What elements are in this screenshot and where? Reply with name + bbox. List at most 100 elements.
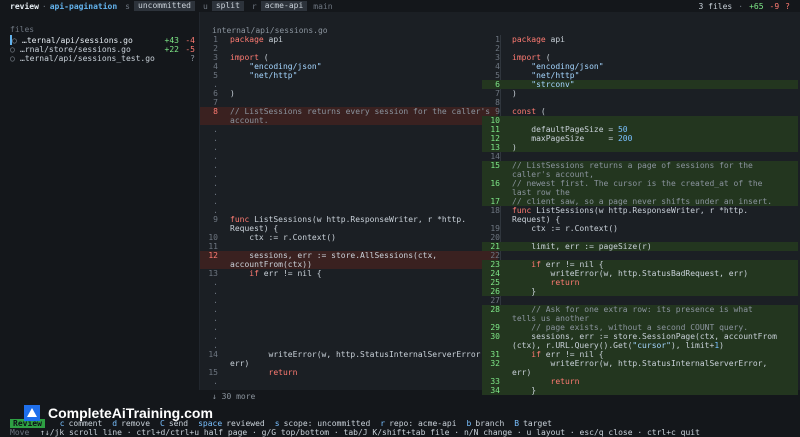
line-number: 24 bbox=[490, 269, 500, 278]
code-line: Request) { bbox=[512, 215, 561, 224]
base-branch[interactable]: main bbox=[313, 2, 332, 11]
repo-chip[interactable]: acme-api bbox=[260, 1, 308, 11]
line-number: . bbox=[213, 332, 218, 341]
line-number: . bbox=[213, 323, 218, 332]
line-number: 5 bbox=[495, 71, 500, 80]
code-line: ctx := r.Context() bbox=[230, 233, 336, 242]
code-line: package api bbox=[512, 35, 565, 44]
code-line: defaultPageSize = 50 bbox=[512, 125, 628, 134]
line-number: 34 bbox=[490, 386, 500, 395]
line-number: . bbox=[213, 314, 218, 323]
line-number: 5 bbox=[213, 71, 218, 80]
file-item[interactable]: ○ …ternal/api/sessions_test.go ? bbox=[10, 53, 195, 63]
new-pane[interactable]: 1 package api 2 3 import ( 4 "encoding/json" 5… bbox=[482, 35, 798, 395]
line-number: . bbox=[213, 134, 218, 143]
line-number: 11 bbox=[490, 125, 500, 134]
line-number: . bbox=[213, 125, 218, 134]
code-line: func ListSessions(w http.ResponseWriter,… bbox=[512, 206, 749, 215]
old-pane[interactable]: 1 package api 2 3 import (4 "encoding/json" 5… bbox=[200, 35, 498, 386]
diff-view[interactable]: internal/api/sessions.go 1 package api 2 3 i… bbox=[200, 12, 800, 401]
scope-key: s bbox=[125, 1, 130, 11]
logo-icon bbox=[24, 405, 40, 421]
code-line: import ( bbox=[230, 53, 269, 62]
line-number: . bbox=[213, 296, 218, 305]
line-number: 22 bbox=[490, 251, 500, 260]
line-number: 6 bbox=[213, 89, 218, 98]
code-line: return bbox=[550, 377, 580, 386]
line-number: 18 bbox=[490, 206, 500, 215]
code-line: ctx := r.Context() bbox=[512, 224, 618, 233]
code-line: ) bbox=[512, 143, 517, 152]
line-number: . bbox=[213, 188, 218, 197]
line-number: 1 bbox=[495, 35, 500, 44]
line-number: 15 bbox=[208, 368, 218, 377]
file-status-icon: ○ bbox=[10, 53, 15, 63]
code-line: if err != nil { bbox=[531, 350, 604, 359]
branch-name[interactable]: api-pagination bbox=[50, 2, 117, 11]
line-number: 16 bbox=[490, 179, 500, 188]
line-number: 10 bbox=[490, 116, 500, 125]
line-number: 29 bbox=[490, 323, 500, 332]
code-line: // client saw, so a page never shifts un… bbox=[512, 197, 773, 206]
line-number: . bbox=[213, 152, 218, 161]
file-sidebar: files ○ …ternal/api/sessions.go +43 -4 ○… bbox=[0, 12, 200, 390]
key-hint-action: reviewed bbox=[226, 419, 265, 428]
files-count: 3 files bbox=[698, 1, 733, 11]
line-number: 3 bbox=[213, 53, 218, 62]
line-number: 9 bbox=[495, 107, 500, 116]
code-line: if err != nil { bbox=[249, 269, 322, 278]
line-number: . bbox=[213, 287, 218, 296]
line-number: 23 bbox=[490, 260, 500, 269]
move-label: Move bbox=[10, 428, 30, 437]
code-line: // ListSessions returns a page of sessio… bbox=[512, 161, 753, 170]
line-number: 20 bbox=[490, 233, 500, 242]
code-line: "net/http" bbox=[531, 71, 580, 80]
layout-key: u bbox=[202, 1, 208, 11]
file-path: internal/api/sessions.go bbox=[212, 26, 328, 35]
key-hint-key: r bbox=[380, 419, 386, 428]
code-line: } bbox=[512, 287, 537, 296]
line-number: 10 bbox=[208, 233, 218, 242]
line-number: 26 bbox=[490, 287, 500, 296]
code-line: ) bbox=[230, 89, 235, 98]
code-line: err) bbox=[230, 359, 250, 368]
code-line: return bbox=[550, 278, 580, 287]
separator: · bbox=[41, 1, 47, 11]
code-line: "encoding/json" bbox=[249, 62, 322, 71]
diff-stats: 3 files · +65 -9 ? bbox=[699, 0, 790, 12]
line-number: 31 bbox=[490, 350, 500, 359]
stats-separator: · bbox=[738, 1, 744, 11]
line-number: . bbox=[213, 197, 218, 206]
layout-chip[interactable]: split bbox=[211, 1, 244, 11]
line-number: 27 bbox=[490, 296, 500, 305]
line-number: 25 bbox=[490, 278, 500, 287]
code-line: sessions, err := store.SessionPage(ctx, … bbox=[512, 332, 777, 341]
line-number: . bbox=[213, 377, 218, 386]
key-hint-key: b bbox=[466, 419, 472, 428]
code-line: limit, err := pageSize(r) bbox=[512, 242, 652, 251]
file-untracked: ? bbox=[190, 53, 195, 63]
line-number: 28 bbox=[490, 305, 500, 314]
line-number: . bbox=[213, 80, 218, 89]
more-indicator: ↓ 30 more bbox=[212, 392, 256, 401]
line-number: . bbox=[213, 206, 218, 215]
line-number: 21 bbox=[490, 242, 500, 251]
code-line: "encoding/json" bbox=[531, 62, 604, 71]
line-number: 12 bbox=[490, 134, 500, 143]
code-line: import ( bbox=[512, 53, 551, 62]
code-line: accountFrom(ctx)) bbox=[230, 260, 312, 269]
line-number: 7 bbox=[213, 98, 218, 107]
line-number: 4 bbox=[495, 62, 500, 71]
key-hint-key: s bbox=[274, 419, 280, 428]
scope-chip[interactable]: uncommitted bbox=[134, 1, 195, 11]
line-number: 9 bbox=[213, 215, 218, 224]
code-line: // Ask for one extra row: its presence i… bbox=[512, 305, 753, 314]
added-line-highlight bbox=[482, 143, 798, 152]
code-line: writeError(w, http.StatusInternalServerE… bbox=[512, 359, 768, 368]
code-line: if err != nil { bbox=[531, 260, 604, 269]
line-number: 32 bbox=[490, 359, 500, 368]
line-number: 12 bbox=[208, 251, 218, 260]
key-hint-key: B bbox=[514, 419, 520, 428]
code-line: ) bbox=[512, 89, 517, 98]
line-number: 11 bbox=[208, 242, 218, 251]
